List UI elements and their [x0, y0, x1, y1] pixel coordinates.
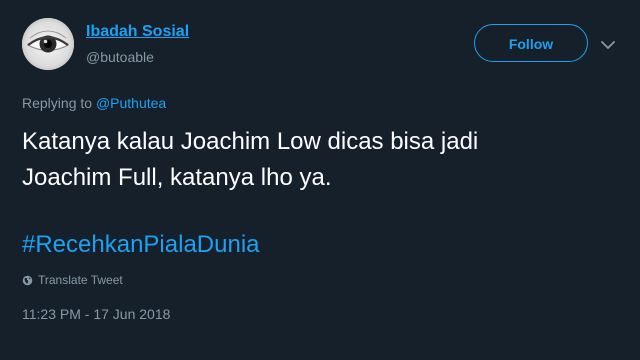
tweet-header: Ibadah Sosial @butoable Follow — [22, 16, 622, 76]
tweet-timestamp[interactable]: 11:23 PM - 17 Jun 2018 — [22, 305, 170, 323]
tweet-text-line-2: Joachim Full, katanya lho ya. — [22, 164, 332, 191]
translate-tweet-link[interactable]: Translate Tweet — [22, 272, 123, 288]
eye-avatar-icon — [22, 18, 74, 70]
chevron-down-icon[interactable] — [600, 38, 616, 52]
tweet-text: Katanya kalau Joachim Low dicas bisa jad… — [22, 124, 622, 196]
reply-mention-link[interactable]: @Puthutea — [96, 95, 166, 111]
replying-to: Replying to @Puthutea — [22, 94, 166, 112]
replying-prefix: Replying to — [22, 95, 96, 111]
translate-label: Translate Tweet — [38, 273, 123, 287]
avatar[interactable] — [22, 18, 74, 70]
user-name[interactable]: Ibadah Sosial — [86, 22, 189, 42]
tweet-text-line-1: Katanya kalau Joachim Low dicas bisa jad… — [22, 128, 479, 155]
user-handle[interactable]: @butoable — [86, 48, 154, 66]
hashtag-link[interactable]: #RecehkanPialaDunia — [22, 228, 260, 262]
tweet-card: Ibadah Sosial @butoable Follow Replying … — [0, 0, 640, 360]
globe-icon — [22, 275, 33, 286]
follow-button[interactable]: Follow — [474, 24, 588, 62]
